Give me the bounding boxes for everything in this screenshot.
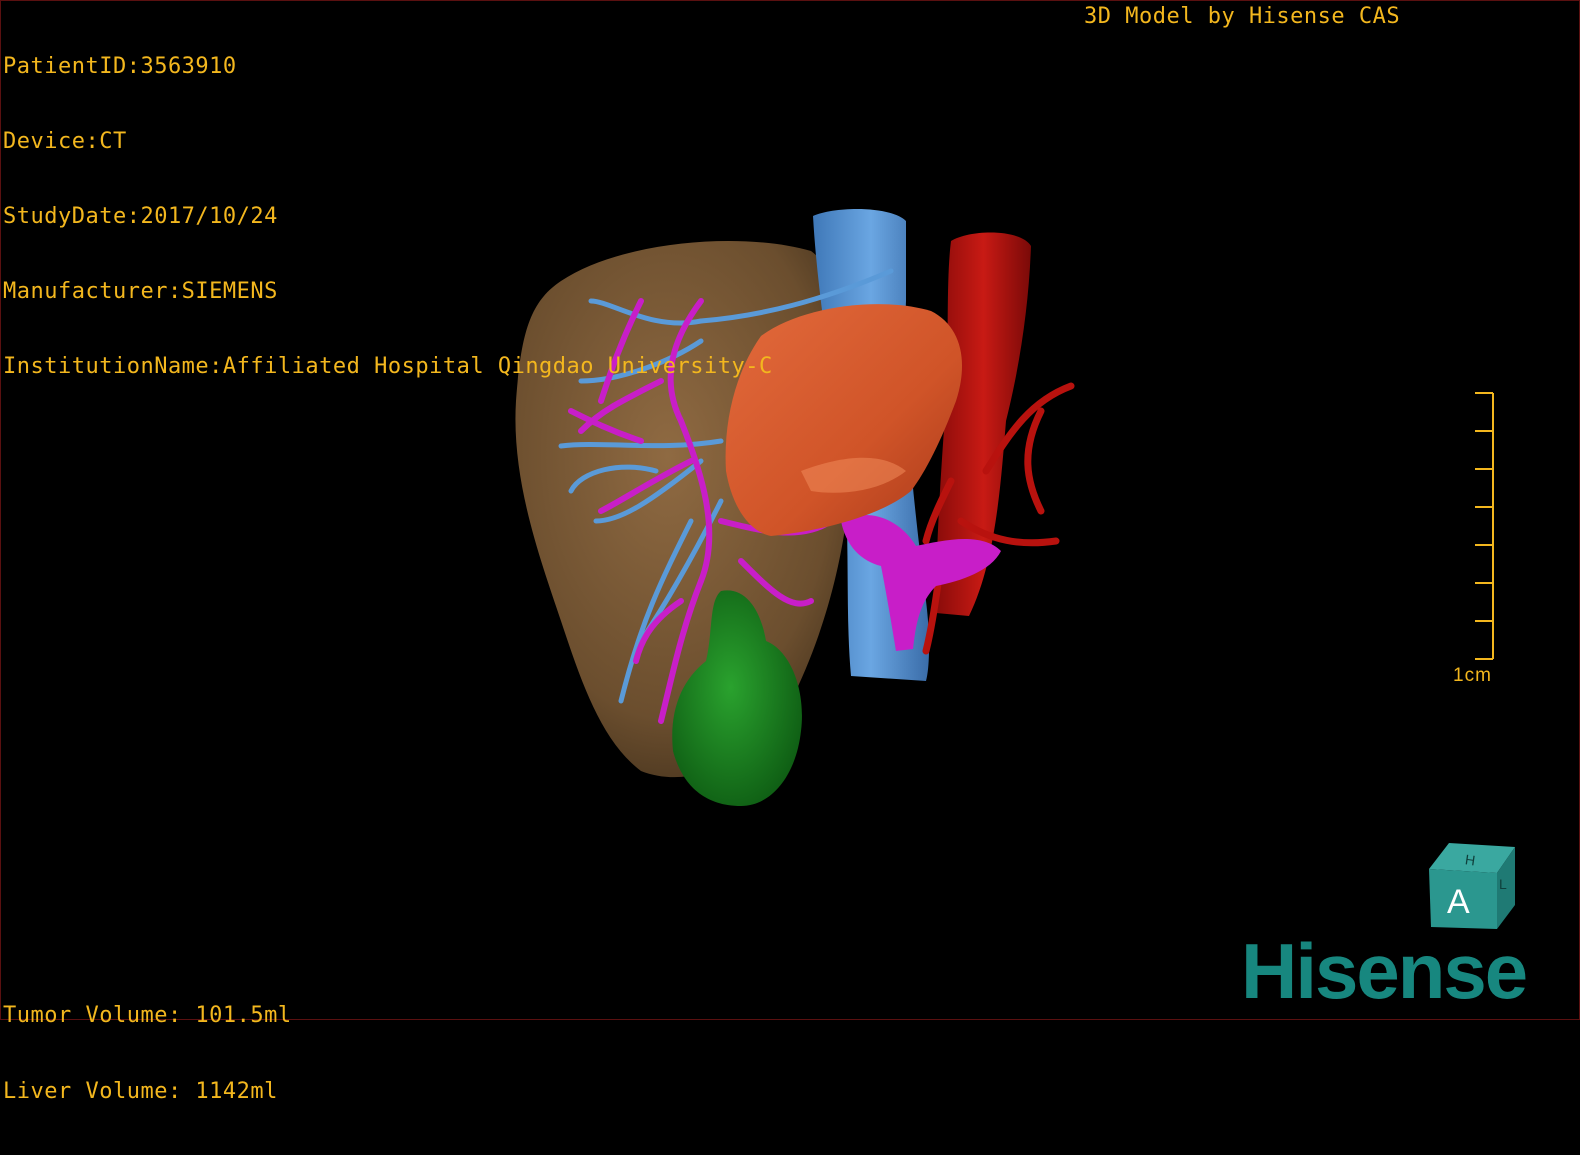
institution-label: InstitutionName:Affiliated Hospital Qing…	[3, 354, 773, 379]
hisense-logo: Hisense	[1241, 927, 1528, 1015]
model-caption: 3D Model by Hisense CAS	[1084, 4, 1401, 29]
volume-panel: Tumor Volume: 101.5ml Liver Volume: 1142…	[3, 953, 292, 1155]
study-date-label: StudyDate:2017/10/24	[3, 204, 278, 229]
cube-face-front: A	[1447, 883, 1470, 921]
manufacturer-label: Manufacturer:SIEMENS	[3, 279, 278, 304]
liver-volume-label: Liver Volume: 1142ml	[3, 1079, 278, 1104]
orientation-cube-icon[interactable]: A H L	[1429, 843, 1515, 929]
dicom-info-panel: PatientID:3563910 Device:CT StudyDate:20…	[3, 4, 773, 429]
patient-id-label: PatientID:3563910	[3, 54, 237, 79]
render-viewport[interactable]: A H L PatientID:3563910 Device:CT StudyD…	[0, 0, 1580, 1104]
device-label: Device:CT	[3, 129, 127, 154]
tumor-volume-label: Tumor Volume: 101.5ml	[3, 1003, 292, 1028]
scale-bar-label: 1cm	[1453, 665, 1492, 686]
scale-bar	[1475, 392, 1494, 660]
cube-face-side: L	[1499, 876, 1507, 892]
